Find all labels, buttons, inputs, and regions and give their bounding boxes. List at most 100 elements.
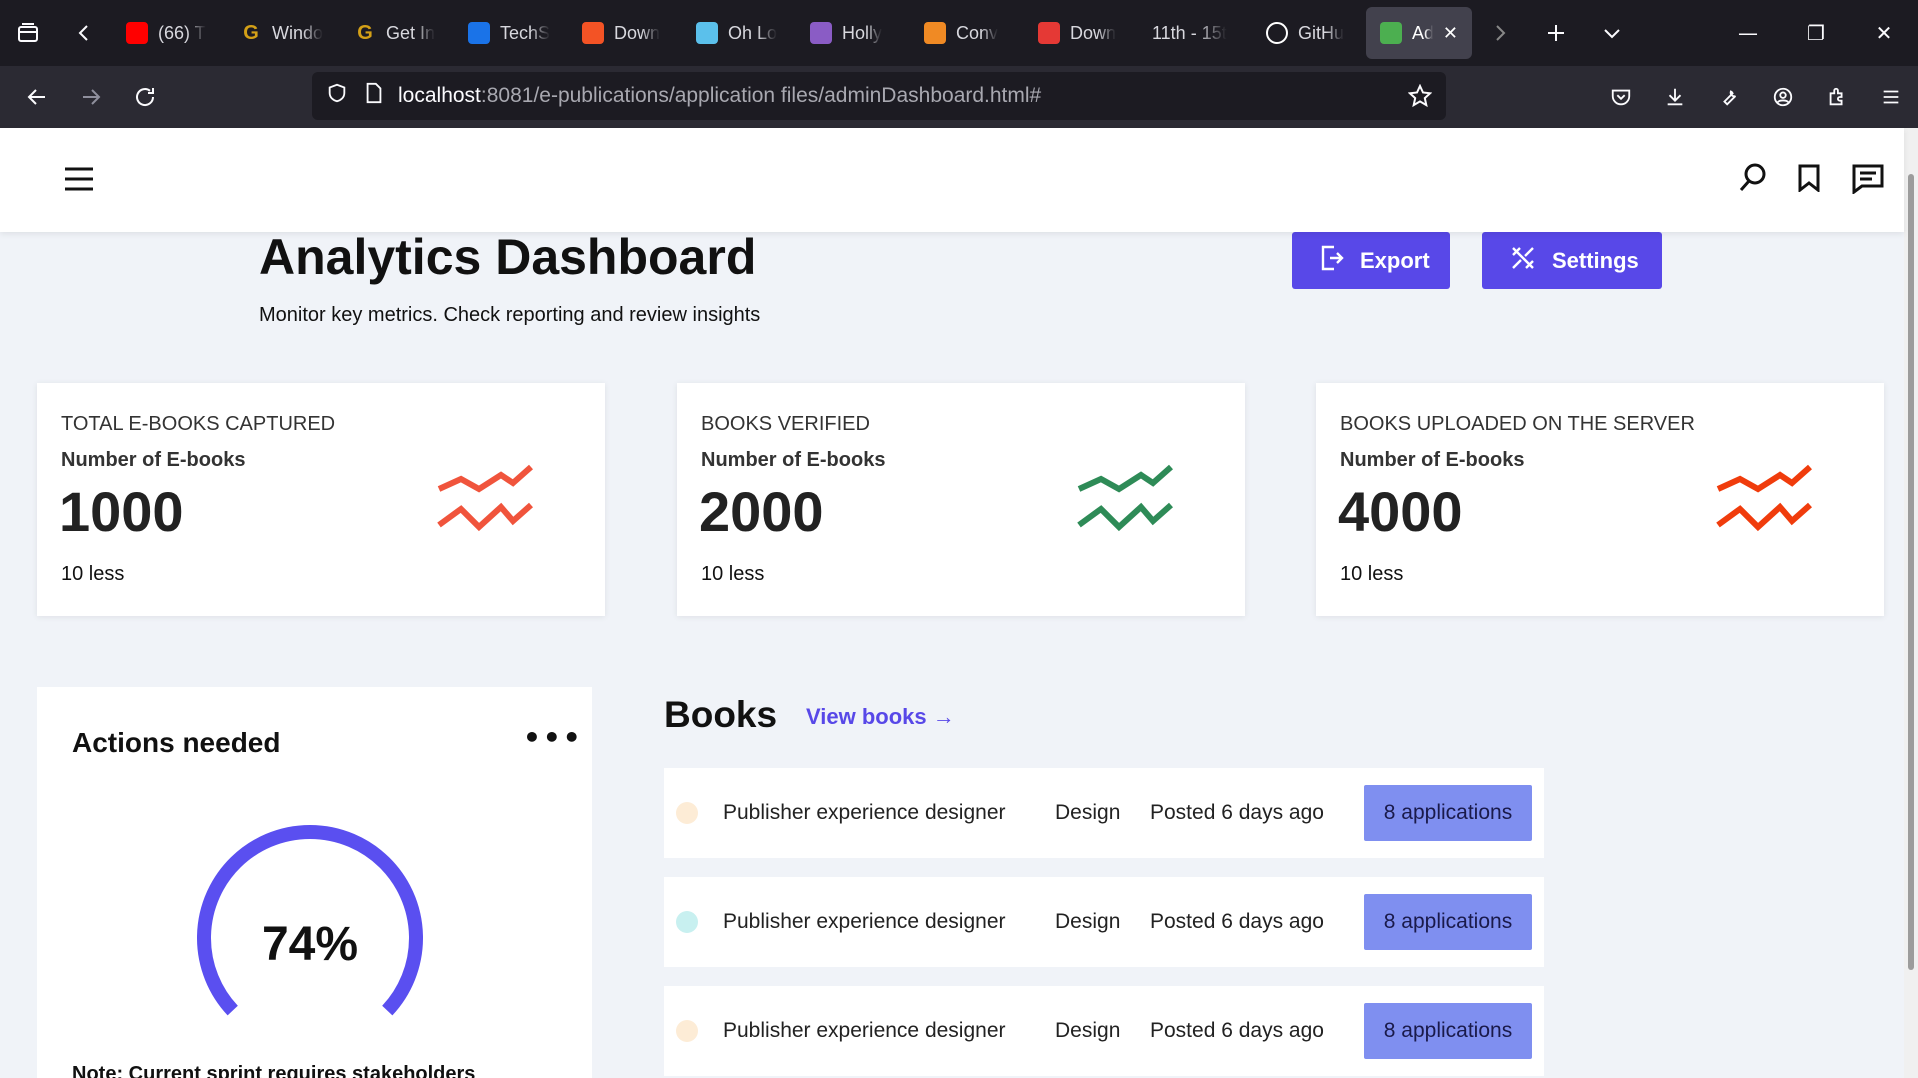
tab-title: Down xyxy=(1070,22,1117,43)
browser-tab[interactable]: TechS xyxy=(454,7,568,59)
book-category: Design xyxy=(1055,1019,1121,1042)
metric-card-total: TOTAL E-BOOKS CAPTURED Number of E-books… xyxy=(37,383,605,616)
card-subtitle: Number of E-books xyxy=(1340,449,1525,471)
extensions-icon[interactable] xyxy=(1810,66,1864,128)
shield-icon[interactable] xyxy=(326,82,348,110)
close-tab-icon[interactable]: ✕ xyxy=(1443,23,1458,44)
export-icon xyxy=(1320,245,1344,277)
applications-badge[interactable]: 8 applications xyxy=(1364,1003,1532,1059)
search-icon[interactable] xyxy=(1738,162,1768,198)
trend-zigzag-icon xyxy=(1077,455,1177,543)
browser-nav-bar: localhost:8081/e-publications/applicatio… xyxy=(0,66,1918,128)
browser-tab[interactable]: Ad ✕ xyxy=(1366,7,1472,59)
restore-icon[interactable]: ❐ xyxy=(1782,0,1850,66)
tab-title: Oh Lo xyxy=(728,22,778,43)
browser-tab[interactable]: G Get In xyxy=(340,7,454,59)
list-tabs-icon[interactable] xyxy=(1584,0,1640,66)
windows-icon xyxy=(582,22,604,44)
messages-icon[interactable] xyxy=(1852,164,1884,198)
progress-percent: 74% xyxy=(261,918,359,971)
forward-icon[interactable] xyxy=(64,66,118,128)
new-tab-icon[interactable] xyxy=(1528,0,1584,66)
export-label: Export xyxy=(1360,247,1430,273)
tab-title: Holly xyxy=(842,22,883,43)
book-role: Publisher experience designer xyxy=(723,1019,1006,1042)
back-icon[interactable] xyxy=(10,66,64,128)
convert-icon xyxy=(924,22,946,44)
site-header xyxy=(0,128,1904,232)
g-icon: G xyxy=(243,21,259,44)
applications-badge[interactable]: 8 applications xyxy=(1364,894,1532,950)
g-icon: G xyxy=(357,21,373,44)
browser-tab[interactable]: GitHu xyxy=(1252,7,1366,59)
downloads-icon[interactable] xyxy=(1648,66,1702,128)
applications-badge[interactable]: 8 applications xyxy=(1364,785,1532,841)
tab-strip: (66) T G Windo G Get In TechS Down Oh Lo Holly Co… xyxy=(112,7,1472,59)
tab-title: GitHu xyxy=(1298,22,1345,43)
browser-tab[interactable]: G Windo xyxy=(226,7,340,59)
wrench-icon[interactable] xyxy=(1702,66,1756,128)
metric-card-uploaded: BOOKS UPLOADED ON THE SERVER Number of E… xyxy=(1316,383,1884,616)
tab-title: Down xyxy=(614,22,661,43)
trend-zigzag-icon xyxy=(437,455,537,543)
tab-title: 11th - 15t xyxy=(1152,22,1227,43)
pocket-icon[interactable] xyxy=(1594,66,1648,128)
tabs-scroll-right-icon[interactable] xyxy=(1472,0,1528,66)
tab-overview-icon[interactable] xyxy=(0,0,56,66)
page-info-icon[interactable] xyxy=(364,82,384,110)
app-menu-icon[interactable] xyxy=(1864,66,1918,128)
app-icon xyxy=(1380,22,1402,44)
more-options-icon[interactable]: ••• xyxy=(523,721,583,754)
page-title: Analytics Dashboard xyxy=(259,229,757,285)
book-row[interactable]: Publisher experience designer Design Pos… xyxy=(664,877,1544,967)
status-dot xyxy=(676,1020,698,1042)
book-role: Publisher experience designer xyxy=(723,910,1006,933)
books-title: Books xyxy=(664,694,778,735)
tab-title: Windo xyxy=(272,22,324,43)
browser-tab[interactable]: Conv xyxy=(910,7,1024,59)
browser-tab[interactable]: Down xyxy=(568,7,682,59)
book-posted: Posted 6 days ago xyxy=(1150,1019,1324,1042)
tab-title: Ad xyxy=(1412,22,1433,43)
url-path: :8081/e-publications/application files/a… xyxy=(480,84,1042,107)
minimize-icon[interactable]: — xyxy=(1714,0,1782,66)
status-dot xyxy=(676,911,698,933)
browser-tab[interactable]: Oh Lo xyxy=(682,7,796,59)
export-button[interactable]: Export xyxy=(1292,232,1450,289)
settings-button[interactable]: Settings xyxy=(1482,232,1662,289)
card-note: 10 less xyxy=(701,563,765,585)
card-title: BOOKS UPLOADED ON THE SERVER xyxy=(1340,413,1695,435)
address-bar[interactable]: localhost:8081/e-publications/applicatio… xyxy=(312,72,1446,120)
browser-tab[interactable]: (66) T xyxy=(112,7,226,59)
book-posted: Posted 6 days ago xyxy=(1150,910,1324,933)
book-row[interactable]: Publisher experience designer Design Pos… xyxy=(664,986,1544,1076)
bookmark-star-icon[interactable] xyxy=(1407,83,1433,114)
book-row[interactable]: Publisher experience designer Design Pos… xyxy=(664,768,1544,858)
card-title: TOTAL E-BOOKS CAPTURED xyxy=(61,413,336,435)
hamburger-menu-icon[interactable] xyxy=(64,166,94,196)
tools-icon xyxy=(1510,245,1536,277)
browser-tab[interactable]: 11th - 15t xyxy=(1138,7,1252,59)
browser-tab[interactable]: Down xyxy=(1024,7,1138,59)
card-note: 10 less xyxy=(61,563,125,585)
window-close-icon[interactable]: ✕ xyxy=(1850,0,1918,66)
status-dot xyxy=(676,802,698,824)
bitly-icon xyxy=(696,22,718,44)
tabs-scroll-left-icon[interactable] xyxy=(56,0,112,66)
youtube-icon xyxy=(126,22,148,44)
book-category: Design xyxy=(1055,801,1121,824)
settings-label: Settings xyxy=(1552,247,1639,273)
account-icon[interactable] xyxy=(1756,66,1810,128)
card-value: 2000 xyxy=(699,480,824,543)
reload-icon[interactable] xyxy=(118,66,172,128)
card-note: 10 less xyxy=(1340,563,1404,585)
actions-note: Note: Current sprint requires stakeholde… xyxy=(72,1063,476,1078)
bookmark-icon[interactable] xyxy=(1798,164,1820,196)
scrollbar-thumb[interactable] xyxy=(1908,174,1914,970)
card-subtitle: Number of E-books xyxy=(701,449,886,471)
view-books-link[interactable]: View books → xyxy=(806,704,955,730)
book-role: Publisher experience designer xyxy=(723,801,1006,824)
browser-tab[interactable]: Holly xyxy=(796,7,910,59)
page-scrollbar[interactable] xyxy=(1904,128,1918,1078)
star-icon xyxy=(810,22,832,44)
